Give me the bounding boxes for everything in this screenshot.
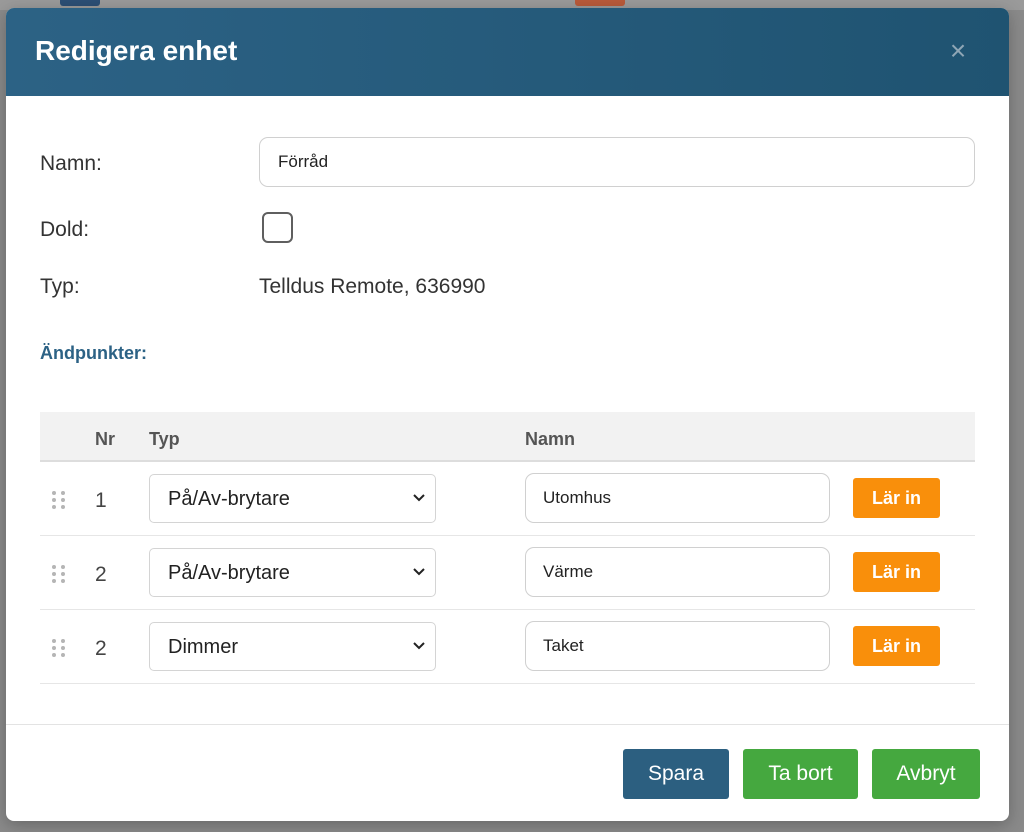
table-row: 2 Dimmer Lär in <box>40 610 975 684</box>
dialog-footer: Spara Ta bort Avbryt <box>6 724 1009 821</box>
hidden-checkbox[interactable] <box>262 212 293 243</box>
cancel-button[interactable]: Avbryt <box>872 749 980 799</box>
learn-button[interactable]: Lär in <box>853 552 940 592</box>
name-label: Namn: <box>40 152 102 175</box>
dialog-header: Redigera enhet × <box>6 8 1009 96</box>
drag-handle-icon[interactable] <box>52 565 66 583</box>
endpoint-type-select[interactable]: På/Av-brytare <box>149 548 436 597</box>
learn-button[interactable]: Lär in <box>853 478 940 518</box>
endpoint-name-input[interactable] <box>525 547 830 597</box>
close-button[interactable]: × <box>945 36 971 66</box>
chevron-down-icon <box>413 568 425 576</box>
device-type-value: Telldus Remote, 636990 <box>259 275 486 298</box>
delete-button[interactable]: Ta bort <box>743 749 858 799</box>
endpoint-name-input[interactable] <box>525 621 830 671</box>
endpoints-title: Ändpunkter: <box>40 343 147 363</box>
endpoint-nr: 2 <box>95 563 107 586</box>
learn-button[interactable]: Lär in <box>853 626 940 666</box>
endpoint-name-input[interactable] <box>525 473 830 523</box>
table-row: 2 På/Av-brytare Lär in <box>40 536 975 610</box>
background-element <box>60 0 100 6</box>
endpoint-type-value: På/Av-brytare <box>168 488 290 510</box>
endpoint-type-value: Dimmer <box>168 636 238 658</box>
table-row: 1 På/Av-brytare Lär in <box>40 462 975 536</box>
chevron-down-icon <box>413 494 425 502</box>
column-header-nr: Nr <box>95 429 116 449</box>
hidden-label: Dold: <box>40 218 90 241</box>
background-element <box>575 0 625 6</box>
endpoint-type-value: På/Av-brytare <box>168 562 290 584</box>
endpoint-type-select[interactable]: På/Av-brytare <box>149 474 436 523</box>
endpoint-type-select[interactable]: Dimmer <box>149 622 436 671</box>
close-icon: × <box>949 35 967 66</box>
chevron-down-icon <box>413 642 425 650</box>
dialog-title: Redigera enhet <box>35 35 238 66</box>
endpoint-nr: 2 <box>95 637 107 660</box>
endpoint-nr: 1 <box>95 489 107 512</box>
column-header-type: Typ <box>149 429 180 449</box>
edit-device-dialog: Redigera enhet × Namn: Dold: Typ: Telldu… <box>6 8 1009 821</box>
type-label: Typ: <box>40 275 80 298</box>
column-header-name: Namn <box>525 429 576 449</box>
drag-handle-icon[interactable] <box>52 491 66 509</box>
endpoints-table: Nr Typ Namn 1 På/Av-brytare Lär in <box>40 412 975 684</box>
table-header: Nr Typ Namn <box>40 412 975 462</box>
save-button[interactable]: Spara <box>623 749 729 799</box>
device-name-input[interactable] <box>259 137 975 187</box>
drag-handle-icon[interactable] <box>52 639 66 657</box>
